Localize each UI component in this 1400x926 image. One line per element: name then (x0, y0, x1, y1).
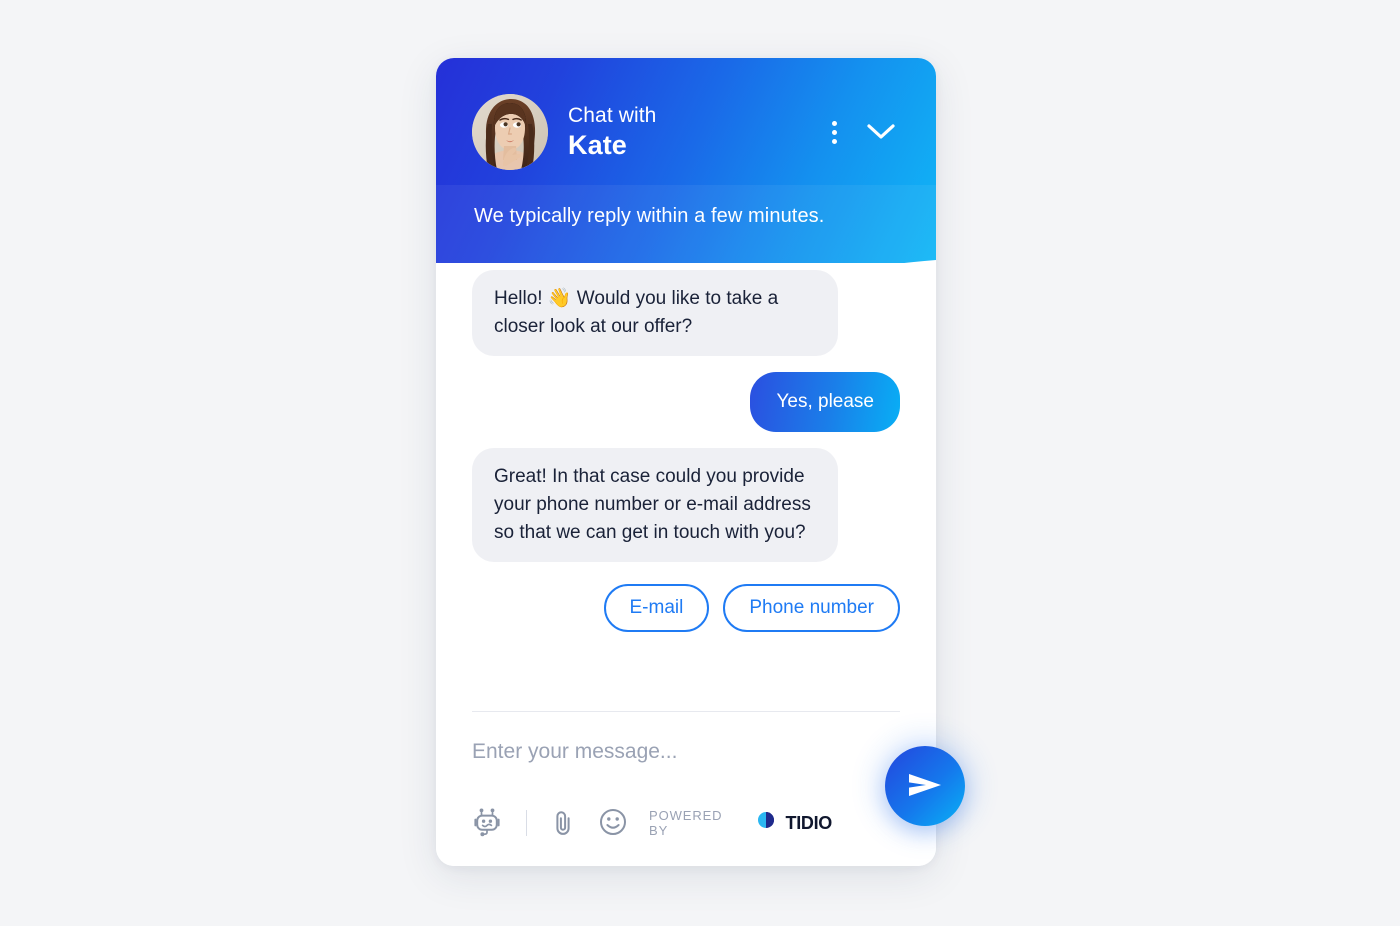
chatbot-button[interactable] (472, 807, 502, 840)
chat-with-label: Chat with (568, 104, 657, 127)
quick-reply-phone-button[interactable]: Phone number (723, 583, 900, 633)
tidio-logo-icon (755, 810, 777, 837)
emoji-smiley-icon (599, 808, 627, 839)
chat-header-actions (832, 117, 896, 148)
quick-reply-group: E-mail Phone number (472, 583, 900, 633)
message-row: Hello! 👋 Would you like to take a closer… (472, 270, 900, 356)
bot-icon (472, 807, 502, 840)
powered-by-branding: POWERED BY TIDIO (649, 808, 832, 838)
message-list: Hello! 👋 Would you like to take a closer… (436, 270, 936, 700)
toolbar-separator (526, 810, 527, 836)
agent-message-bubble: Hello! 👋 Would you like to take a closer… (472, 270, 838, 356)
agent-message-bubble: Great! In that case could you provide yo… (472, 447, 838, 562)
send-button[interactable] (885, 746, 965, 826)
chat-widget: Chat with Kate We typically reply within… (436, 58, 936, 866)
user-message-bubble: Yes, please (750, 371, 900, 432)
composer-toolbar: POWERED BY TIDIO (472, 803, 900, 843)
message-input[interactable] (472, 740, 862, 764)
quick-reply-email-button[interactable]: E-mail (603, 583, 710, 633)
reply-time-notice: We typically reply within a few minutes. (474, 205, 825, 227)
chevron-down-icon (866, 123, 896, 141)
chat-header-titles: Chat with Kate (568, 105, 832, 159)
agent-avatar[interactable] (472, 94, 548, 170)
minimize-button[interactable] (866, 123, 896, 141)
paperclip-icon (549, 808, 577, 839)
composer-divider (472, 711, 900, 712)
chat-header-row: Chat with Kate (472, 90, 902, 174)
send-paper-plane-icon (905, 768, 945, 805)
attach-file-button[interactable] (549, 808, 577, 839)
agent-name: Kate (568, 130, 627, 160)
chat-widget-body: Chat with Kate We typically reply within… (436, 58, 936, 866)
powered-by-label: POWERED BY (649, 808, 723, 838)
emoji-button[interactable] (599, 808, 627, 839)
message-row: Yes, please (472, 371, 900, 432)
chat-header: Chat with Kate We typically reply within… (436, 58, 936, 286)
three-dots-vertical-icon (832, 117, 838, 148)
message-row: Great! In that case could you provide yo… (472, 447, 900, 562)
menu-button[interactable] (832, 117, 838, 148)
tidio-wordmark: TIDIO (785, 812, 833, 833)
